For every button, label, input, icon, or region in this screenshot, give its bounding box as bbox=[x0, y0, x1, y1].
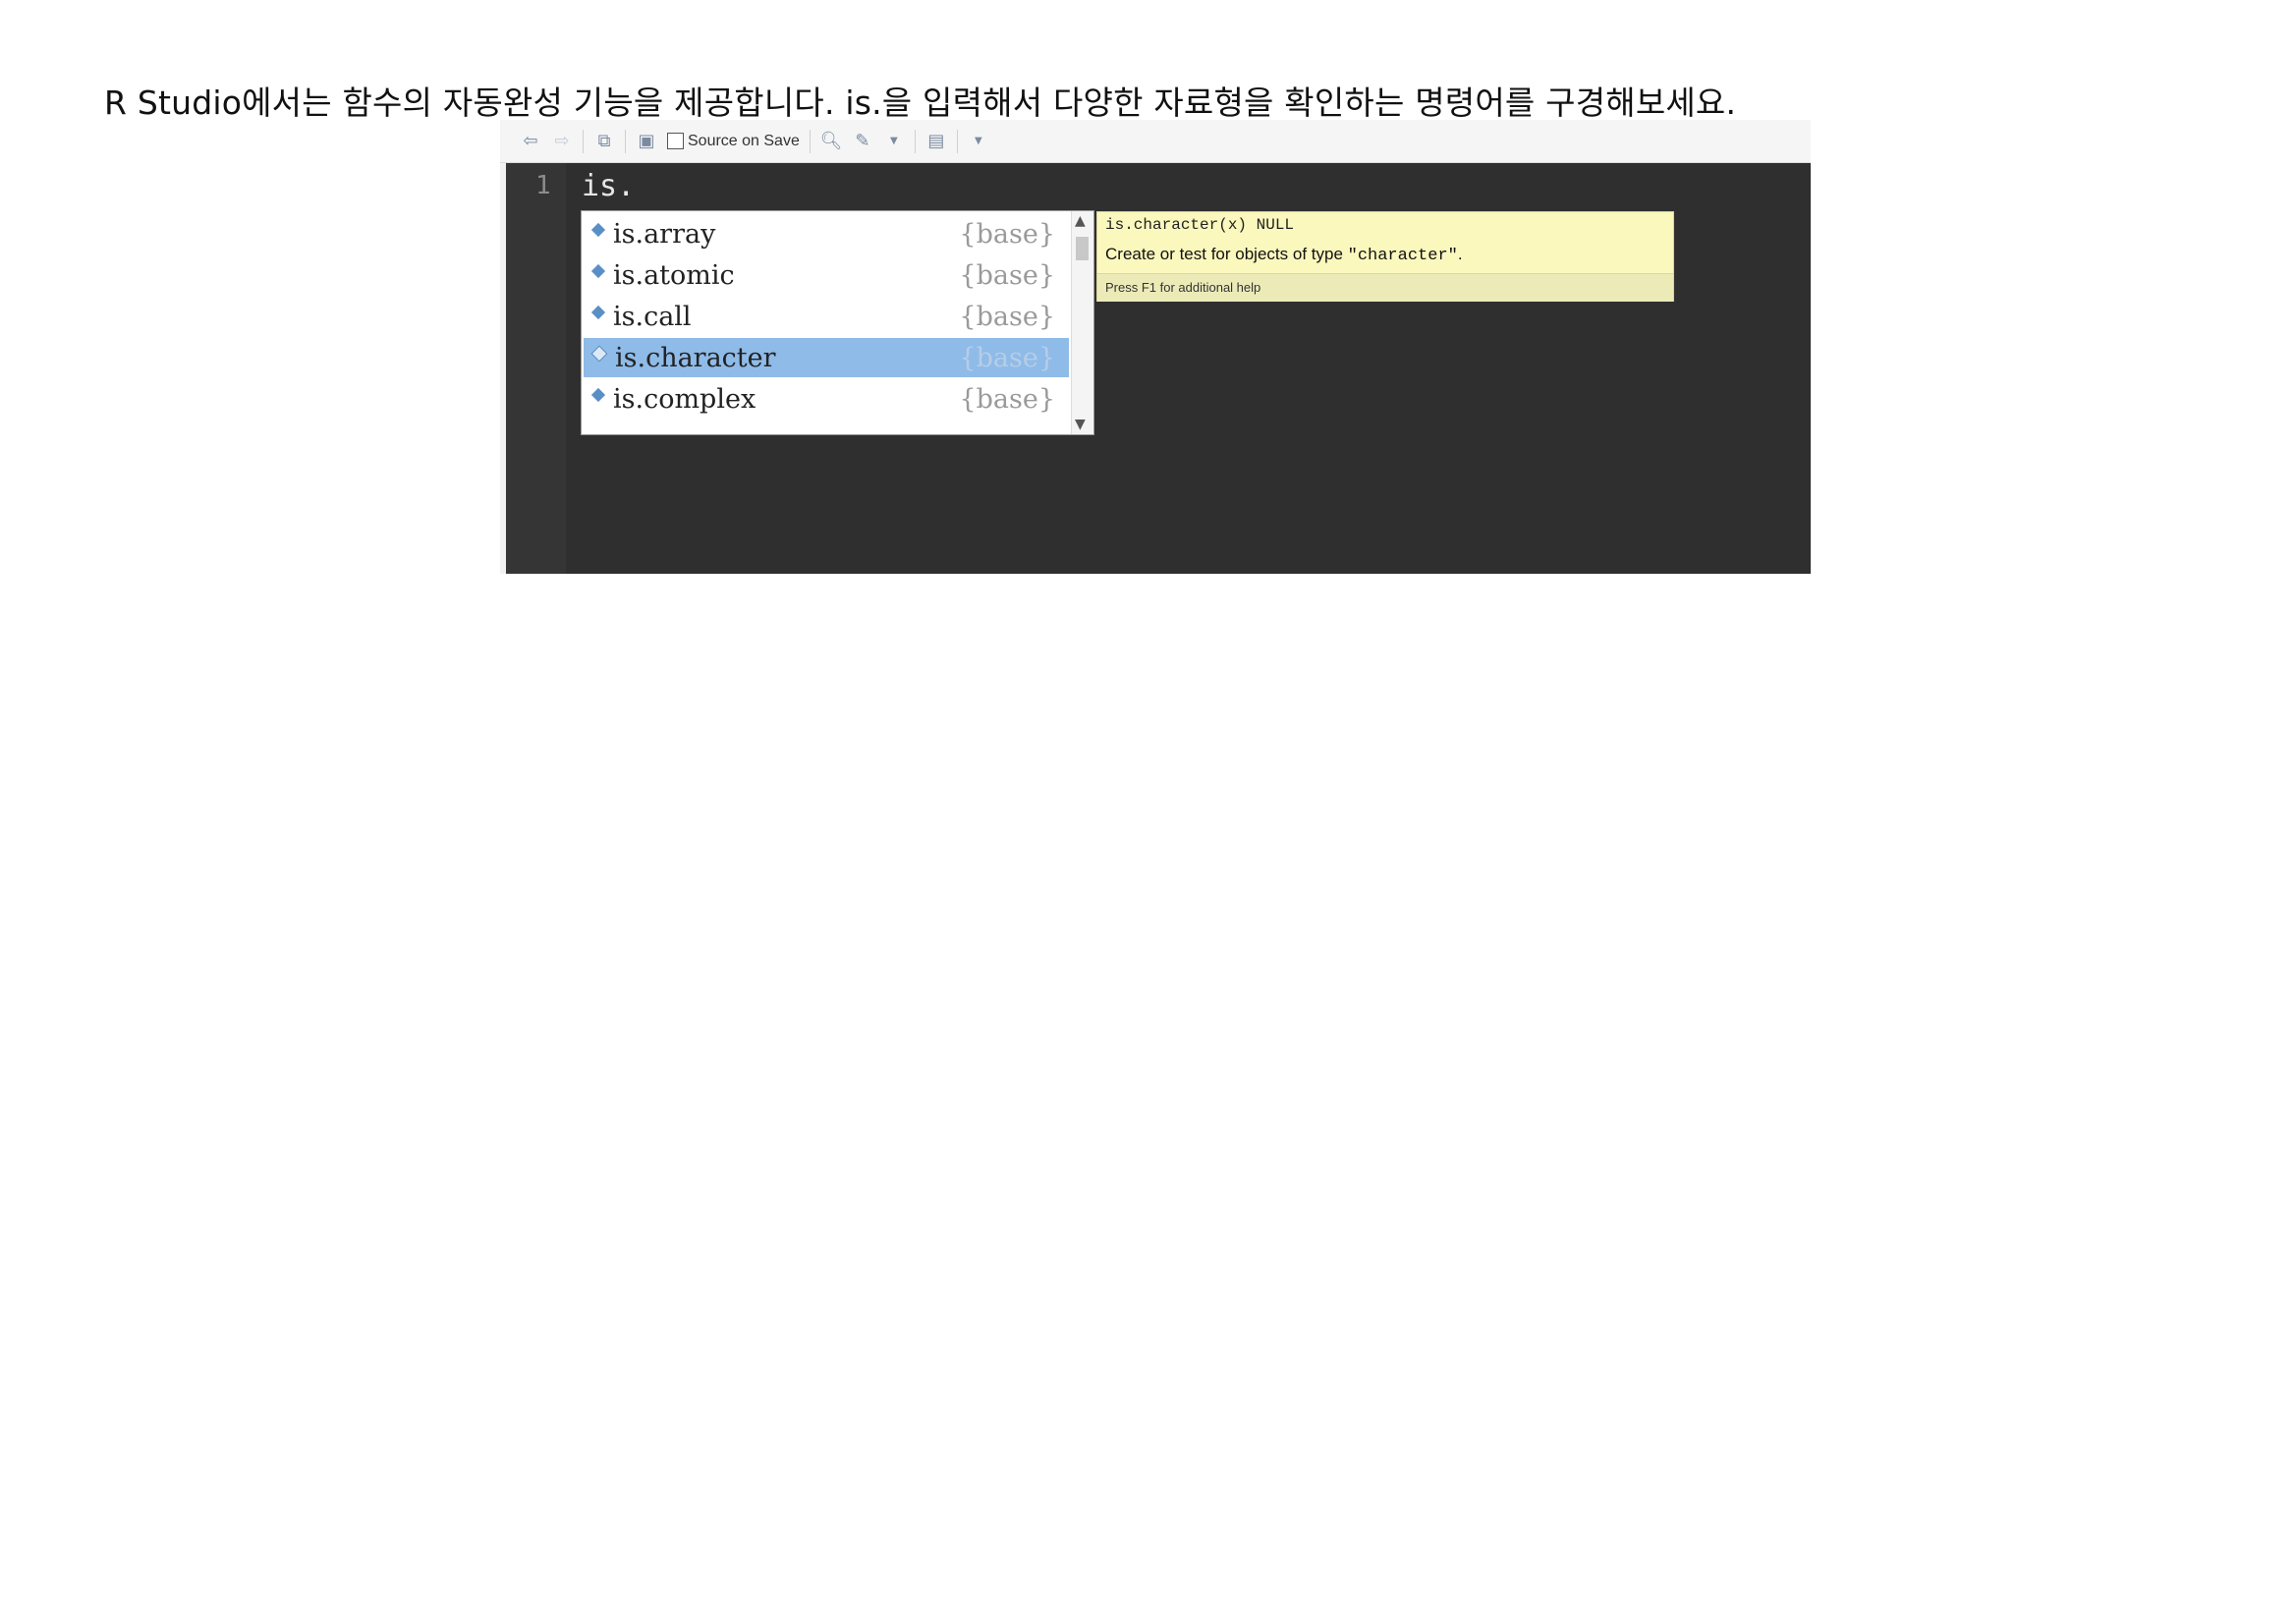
completion-package: {base} bbox=[959, 342, 1055, 373]
code-editor[interactable]: 1 is. is.array {base} is.atomic {base} i… bbox=[506, 163, 1811, 574]
function-description: Create or test for objects of type "char… bbox=[1105, 245, 1463, 265]
help-tooltip: is.character(x) NULL Create or test for … bbox=[1096, 211, 1674, 302]
completion-name: is.complex bbox=[613, 383, 756, 415]
back-arrow-icon[interactable]: ⇦ bbox=[520, 131, 541, 152]
toolbar-divider bbox=[809, 129, 811, 153]
save-icon[interactable]: ▣ bbox=[636, 131, 657, 152]
completion-item-selected[interactable]: is.character {base} bbox=[584, 338, 1069, 377]
popup-scrollbar[interactable]: ▲ ▼ bbox=[1071, 211, 1093, 434]
completion-package: {base} bbox=[959, 259, 1055, 291]
toolbar-divider bbox=[583, 129, 584, 153]
function-icon bbox=[590, 222, 606, 238]
description-code: "character" bbox=[1347, 247, 1458, 265]
checkbox-box[interactable] bbox=[667, 133, 684, 149]
function-icon bbox=[590, 345, 608, 363]
toolbar-divider bbox=[914, 129, 916, 153]
code-tools-wand-icon[interactable]: ✎ bbox=[852, 131, 873, 152]
instruction-text: R Studio에서는 함수의 자동완성 기능을 제공합니다. is.을 입력해… bbox=[104, 84, 1737, 122]
line-number: 1 bbox=[535, 171, 551, 200]
show-in-window-icon[interactable]: ⧉ bbox=[593, 131, 615, 152]
completion-item[interactable]: is.complex {base} bbox=[584, 379, 1069, 419]
forward-arrow-icon[interactable]: ⇨ bbox=[551, 131, 573, 152]
code-line[interactable]: is. bbox=[582, 169, 635, 203]
editor-toolbar: ⇦ ⇨ ⧉ ▣ Source on Save 🔍︎ ✎ ▼ ▤ ▼ bbox=[500, 120, 1811, 163]
function-icon bbox=[590, 263, 606, 279]
completion-name: is.atomic bbox=[613, 259, 735, 291]
scroll-up-icon[interactable]: ▲ bbox=[1075, 213, 1086, 229]
help-hint: Press F1 for additional help bbox=[1105, 280, 1261, 295]
completion-package: {base} bbox=[959, 301, 1055, 332]
tooltip-footer: Press F1 for additional help bbox=[1097, 273, 1673, 302]
chevron-down-icon[interactable]: ▼ bbox=[883, 131, 905, 152]
scroll-down-icon[interactable]: ▼ bbox=[1075, 417, 1086, 432]
completion-item[interactable]: is.array {base} bbox=[584, 214, 1069, 253]
completion-item[interactable]: is.atomic {base} bbox=[584, 255, 1069, 295]
function-icon bbox=[590, 387, 606, 403]
completion-item[interactable]: is.call {base} bbox=[584, 297, 1069, 336]
more-dropdown-icon[interactable]: ▼ bbox=[968, 131, 989, 152]
description-end: . bbox=[1457, 245, 1463, 263]
rstudio-screenshot: ⇦ ⇨ ⧉ ▣ Source on Save 🔍︎ ✎ ▼ ▤ ▼ 1 is. … bbox=[500, 120, 1811, 574]
completion-name: is.call bbox=[613, 301, 692, 332]
completion-package: {base} bbox=[959, 383, 1055, 415]
autocomplete-popup: is.array {base} is.atomic {base} is.call… bbox=[581, 210, 1094, 435]
line-gutter: 1 bbox=[506, 163, 566, 574]
search-icon[interactable]: 🔍︎ bbox=[819, 131, 842, 152]
compile-report-icon[interactable]: ▤ bbox=[925, 131, 947, 152]
completion-name: is.character bbox=[615, 342, 776, 373]
completion-package: {base} bbox=[959, 218, 1055, 250]
source-on-save-checkbox[interactable]: Source on Save bbox=[667, 133, 800, 150]
function-signature: is.character(x) NULL bbox=[1105, 216, 1295, 234]
toolbar-divider bbox=[956, 129, 958, 153]
source-on-save-label: Source on Save bbox=[688, 132, 800, 149]
completion-name: is.array bbox=[613, 218, 716, 250]
function-icon bbox=[590, 305, 606, 320]
toolbar-divider bbox=[625, 129, 626, 153]
description-text: Create or test for objects of type bbox=[1105, 245, 1348, 263]
scroll-thumb[interactable] bbox=[1076, 237, 1089, 260]
